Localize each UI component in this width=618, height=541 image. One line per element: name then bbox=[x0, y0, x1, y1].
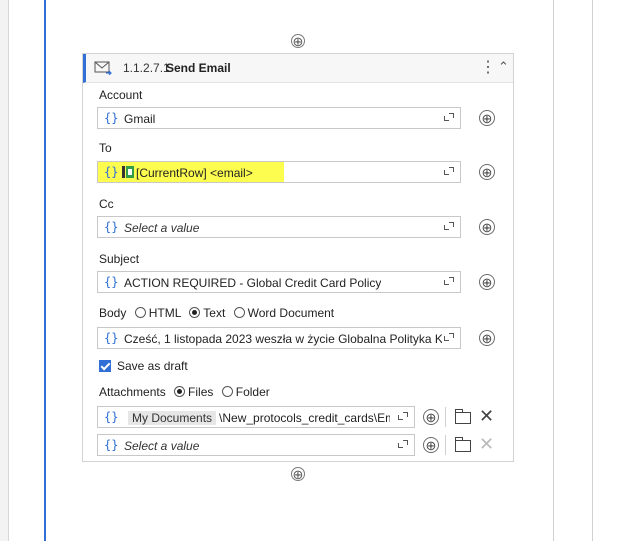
expression-icon: {} bbox=[104, 111, 119, 125]
add-activity-above-button[interactable]: ⊕ bbox=[291, 34, 305, 48]
body-radio-html[interactable] bbox=[134, 307, 146, 318]
body-radio-text[interactable] bbox=[189, 307, 201, 318]
folder-icon[interactable] bbox=[455, 409, 471, 424]
left-panel-edge bbox=[0, 0, 9, 541]
add-activity-below-button[interactable]: ⊕ bbox=[291, 467, 305, 481]
to-field[interactable]: {} [CurrentRow] <email> bbox=[97, 161, 461, 183]
expression-icon: {} bbox=[104, 410, 119, 424]
body-radio-word[interactable] bbox=[233, 307, 245, 318]
cc-add-button[interactable]: ⊕ bbox=[479, 219, 495, 235]
attachment-placeholder: Select a value bbox=[124, 439, 200, 453]
body-option-text[interactable]: Text bbox=[203, 306, 225, 320]
cc-label: Cc bbox=[99, 197, 114, 211]
subject-value: ACTION REQUIRED - Global Credit Card Pol… bbox=[124, 276, 382, 290]
expression-icon: {} bbox=[104, 275, 119, 289]
subject-label: Subject bbox=[99, 252, 140, 266]
save-as-draft-checkbox[interactable] bbox=[99, 360, 111, 372]
body-label: Body bbox=[99, 306, 127, 320]
expression-icon: {} bbox=[104, 331, 119, 345]
account-add-button[interactable]: ⊕ bbox=[479, 110, 495, 126]
expression-icon: {} bbox=[104, 438, 119, 452]
expand-editor-icon[interactable] bbox=[398, 438, 408, 448]
body-row: Body HTML Text Word Document bbox=[99, 306, 334, 320]
attachment-path: \New_protocols_credit_cards\Em ... bbox=[219, 411, 390, 425]
activity-header[interactable]: 1.1.2.7.1 Send Email ⋮ ⌃ bbox=[83, 54, 513, 83]
activity-title: Send Email bbox=[166, 61, 231, 75]
attachments-row: Attachments Files Folder bbox=[99, 385, 270, 399]
expand-editor-icon[interactable] bbox=[444, 165, 454, 175]
account-field[interactable]: {} Gmail bbox=[97, 107, 461, 129]
attachments-option-files[interactable]: Files bbox=[188, 385, 213, 399]
attachment-field-2[interactable]: {} Select a value bbox=[97, 434, 415, 456]
body-field[interactable]: {} Cześć, 1 listopada 2023 weszła w życi… bbox=[97, 327, 461, 349]
remove-attachment-icon-disabled: ✕ bbox=[479, 434, 495, 454]
attachment-1-add-button[interactable]: ⊕ bbox=[423, 409, 439, 425]
expression-icon: {} bbox=[104, 165, 119, 179]
attachments-radio-files[interactable] bbox=[174, 386, 186, 397]
account-label: Account bbox=[99, 88, 143, 102]
expand-editor-icon[interactable] bbox=[398, 410, 408, 420]
subject-add-button[interactable]: ⊕ bbox=[479, 274, 495, 290]
to-value: [CurrentRow] <email> bbox=[136, 166, 253, 180]
body-option-word[interactable]: Word Document bbox=[248, 306, 334, 320]
attachment-value-1: My Documents \New_protocols_credit_cards\… bbox=[128, 411, 390, 425]
send-email-activity-card[interactable]: 1.1.2.7.1 Send Email ⋮ ⌃ Account {} Gmai… bbox=[82, 53, 514, 462]
remove-attachment-icon[interactable]: ✕ bbox=[479, 407, 494, 425]
expression-icon: {} bbox=[104, 220, 119, 234]
expand-editor-icon[interactable] bbox=[444, 331, 454, 341]
variable-icon bbox=[122, 166, 134, 178]
collapse-icon[interactable]: ⌃ bbox=[498, 59, 509, 75]
attachment-field-1[interactable]: {} My Documents \New_protocols_credit_car… bbox=[97, 406, 415, 428]
attachment-2-add-button[interactable]: ⊕ bbox=[423, 437, 439, 453]
separator bbox=[445, 407, 446, 427]
body-add-button[interactable]: ⊕ bbox=[479, 330, 495, 346]
account-value: Gmail bbox=[124, 112, 156, 126]
cc-field[interactable]: {} Select a value bbox=[97, 216, 461, 238]
folder-icon[interactable] bbox=[455, 437, 471, 452]
to-add-button[interactable]: ⊕ bbox=[479, 164, 495, 180]
save-as-draft-label[interactable]: Save as draft bbox=[117, 359, 188, 373]
separator bbox=[445, 435, 446, 455]
expand-editor-icon[interactable] bbox=[444, 275, 454, 285]
my-documents-chip: My Documents bbox=[128, 411, 217, 425]
activity-step-number: 1.1.2.7.1 bbox=[123, 61, 170, 75]
more-options-icon[interactable]: ⋮ bbox=[480, 57, 496, 77]
body-value: Cześć, 1 listopada 2023 weszła w życie G… bbox=[124, 332, 442, 346]
subject-field[interactable]: {} ACTION REQUIRED - Global Credit Card … bbox=[97, 271, 461, 293]
send-mail-icon bbox=[94, 61, 112, 75]
to-label: To bbox=[99, 141, 112, 155]
sequence-accent-line bbox=[44, 0, 46, 541]
body-option-html[interactable]: HTML bbox=[149, 306, 181, 320]
expand-editor-icon[interactable] bbox=[444, 220, 454, 230]
expand-editor-icon[interactable] bbox=[444, 111, 454, 121]
right-panel-divider bbox=[553, 0, 554, 541]
attachments-option-folder[interactable]: Folder bbox=[236, 385, 270, 399]
right-panel-divider-outer bbox=[592, 0, 593, 541]
attachments-radio-folder[interactable] bbox=[221, 386, 233, 397]
attachments-label: Attachments bbox=[99, 385, 166, 399]
cc-placeholder: Select a value bbox=[124, 221, 200, 235]
